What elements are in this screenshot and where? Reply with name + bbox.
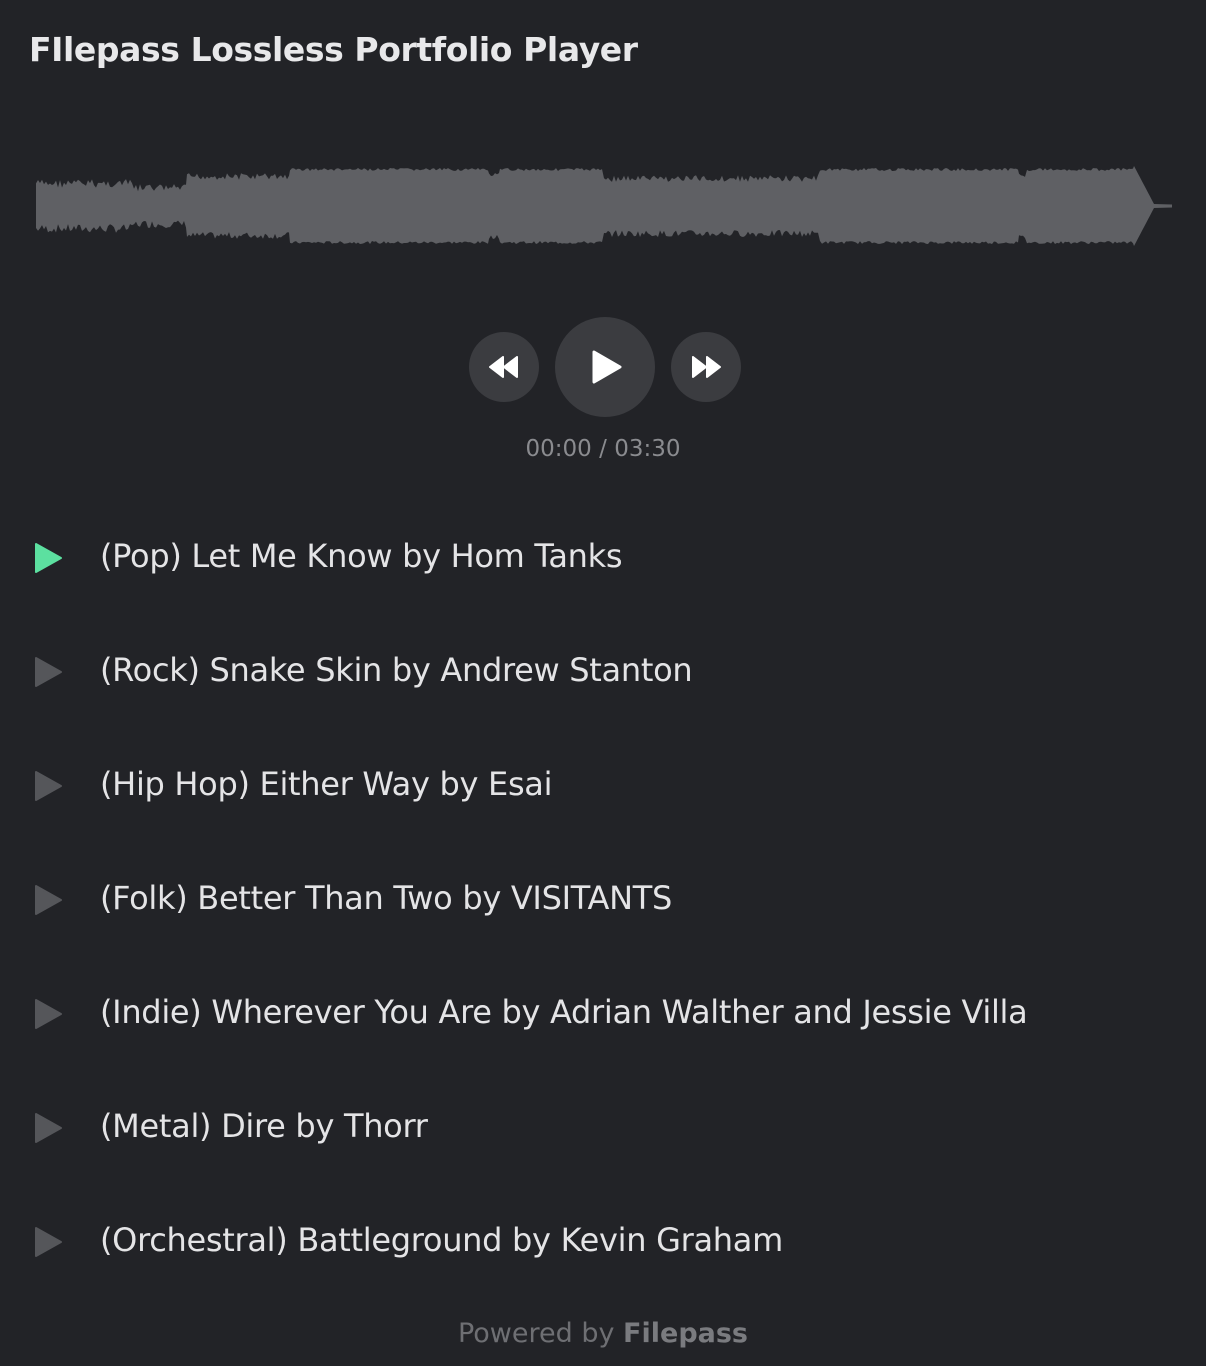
track-play-icon[interactable]: [32, 997, 66, 1031]
track-play-icon[interactable]: [32, 769, 66, 803]
play-icon: [592, 350, 622, 384]
footer-brand-link[interactable]: Filepass: [623, 1318, 748, 1349]
track-title: (Folk) Better Than Two by VISITANTS: [100, 879, 672, 917]
track-play-icon[interactable]: [32, 655, 66, 689]
track-item[interactable]: (Indie) Wherever You Are by Adrian Walth…: [0, 957, 1206, 1071]
player-page: FIlepass Lossless Portfolio Player 00:00…: [0, 0, 1206, 1366]
time-display: 00:00 / 03:30: [0, 436, 1206, 462]
track-title: (Pop) Let Me Know by Hom Tanks: [100, 537, 623, 575]
fast-forward-button[interactable]: [671, 332, 741, 402]
track-play-icon[interactable]: [32, 883, 66, 917]
track-play-icon[interactable]: [32, 1225, 66, 1259]
track-list: (Pop) Let Me Know by Hom Tanks (Rock) Sna…: [0, 501, 1206, 1299]
play-button[interactable]: [555, 317, 655, 417]
track-play-icon[interactable]: [32, 1111, 66, 1145]
waveform-seekbar[interactable]: [34, 160, 1174, 252]
total-duration: 03:30: [614, 436, 681, 462]
playback-controls: [0, 316, 1206, 418]
footer-prefix: Powered by: [457, 1318, 624, 1349]
rewind-button[interactable]: [469, 332, 539, 402]
track-title: (Orchestral) Battleground by Kevin Graha…: [100, 1221, 783, 1259]
page-title: FIlepass Lossless Portfolio Player: [29, 30, 638, 69]
track-title: (Metal) Dire by Thorr: [100, 1107, 428, 1145]
track-item[interactable]: (Orchestral) Battleground by Kevin Graha…: [0, 1185, 1206, 1299]
time-separator: /: [591, 436, 615, 462]
track-item[interactable]: (Hip Hop) Either Way by Esai: [0, 729, 1206, 843]
track-play-icon[interactable]: [32, 541, 66, 575]
track-title: (Indie) Wherever You Are by Adrian Walth…: [100, 993, 1028, 1031]
current-time: 00:00: [525, 436, 592, 462]
track-item[interactable]: (Folk) Better Than Two by VISITANTS: [0, 843, 1206, 957]
track-item[interactable]: (Metal) Dire by Thorr: [0, 1071, 1206, 1185]
track-item[interactable]: (Rock) Snake Skin by Andrew Stanton: [0, 615, 1206, 729]
fast-forward-icon: [692, 356, 721, 378]
rewind-icon: [489, 356, 518, 378]
footer: Powered by Filepass: [0, 1318, 1206, 1349]
track-title: (Hip Hop) Either Way by Esai: [100, 765, 553, 803]
waveform-shape: [36, 166, 1172, 246]
track-title: (Rock) Snake Skin by Andrew Stanton: [100, 651, 693, 689]
track-item[interactable]: (Pop) Let Me Know by Hom Tanks: [0, 501, 1206, 615]
